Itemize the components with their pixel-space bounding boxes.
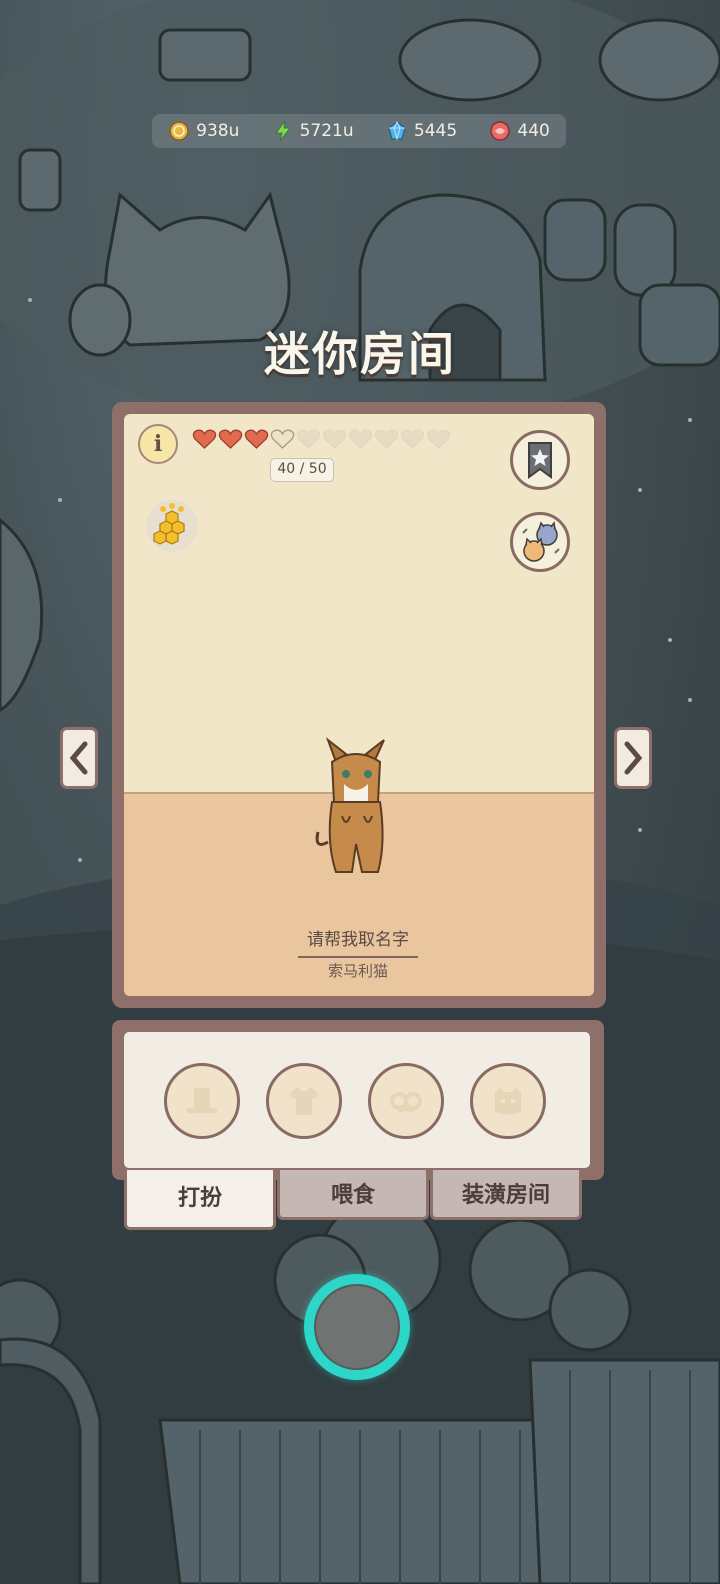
main-action-button[interactable] [304,1274,410,1380]
currency-candy-value: 440 [517,121,550,141]
heart-filled-icon [244,429,269,449]
honeycomb-icon [153,503,185,545]
chevron-right-icon [624,741,643,775]
bookmark-button[interactable] [510,430,570,490]
tab-feed[interactable]: 喂食 [277,1170,429,1220]
heart-empty-icon [322,429,347,449]
heart-empty-icon [270,429,295,449]
clothing-slot[interactable] [266,1063,342,1139]
coin-icon [169,121,189,141]
gem-icon [388,120,406,141]
tab-dress-up[interactable]: 打扮 [124,1170,276,1230]
currency-coins[interactable]: 938u [168,120,239,142]
chevron-left-icon [69,741,88,775]
glasses-slot[interactable] [368,1063,444,1139]
hat-slot[interactable] [164,1063,240,1139]
page-title: 迷你房间 [264,327,456,381]
swap-pets-icon [522,521,560,562]
currency-coins-value: 938u [196,121,240,141]
heart-filled-icon [218,429,243,449]
currency-energy-value: 5721u [299,121,354,141]
hat-icon [187,1088,217,1113]
face-accessory-icon [495,1087,521,1115]
currency-gems[interactable]: 5445 [386,120,457,142]
currency-energy[interactable]: 5721u [272,120,354,142]
face-accessory-slot[interactable] [470,1063,546,1139]
pet-name-input[interactable]: 请帮我取名字 [298,925,418,958]
next-pet-arrow[interactable] [614,727,652,789]
action-button-core [314,1284,400,1370]
currency-gems-value: 5445 [413,121,458,141]
heart-empty-icon [348,429,373,449]
affection-hearts [192,428,451,450]
heart-empty-icon [400,429,425,449]
pet-breed-label: 索马利猫 [327,962,388,980]
info-button[interactable]: i [138,424,178,464]
heart-empty-icon [374,429,399,449]
heart-empty-icon [426,429,451,449]
lightning-icon [274,120,291,142]
honeycomb-badge[interactable] [146,500,198,552]
currency-bar: 938u 5721u 5445 440 [152,114,566,148]
somali-cat-pet[interactable] [312,732,404,882]
glasses-icon [390,1092,422,1114]
heart-empty-icon [296,429,321,449]
switch-pet-button[interactable] [510,512,570,572]
affection-progress-label: 40 / 50 [270,458,334,482]
currency-candy[interactable]: 440 [489,120,550,142]
bookmark-star-icon [528,442,552,479]
heart-filled-icon [192,429,217,449]
candy-icon [490,121,511,141]
shirt-icon [289,1087,319,1115]
tab-decorate-room[interactable]: 装潢房间 [430,1170,582,1220]
prev-pet-arrow[interactable] [60,727,98,789]
